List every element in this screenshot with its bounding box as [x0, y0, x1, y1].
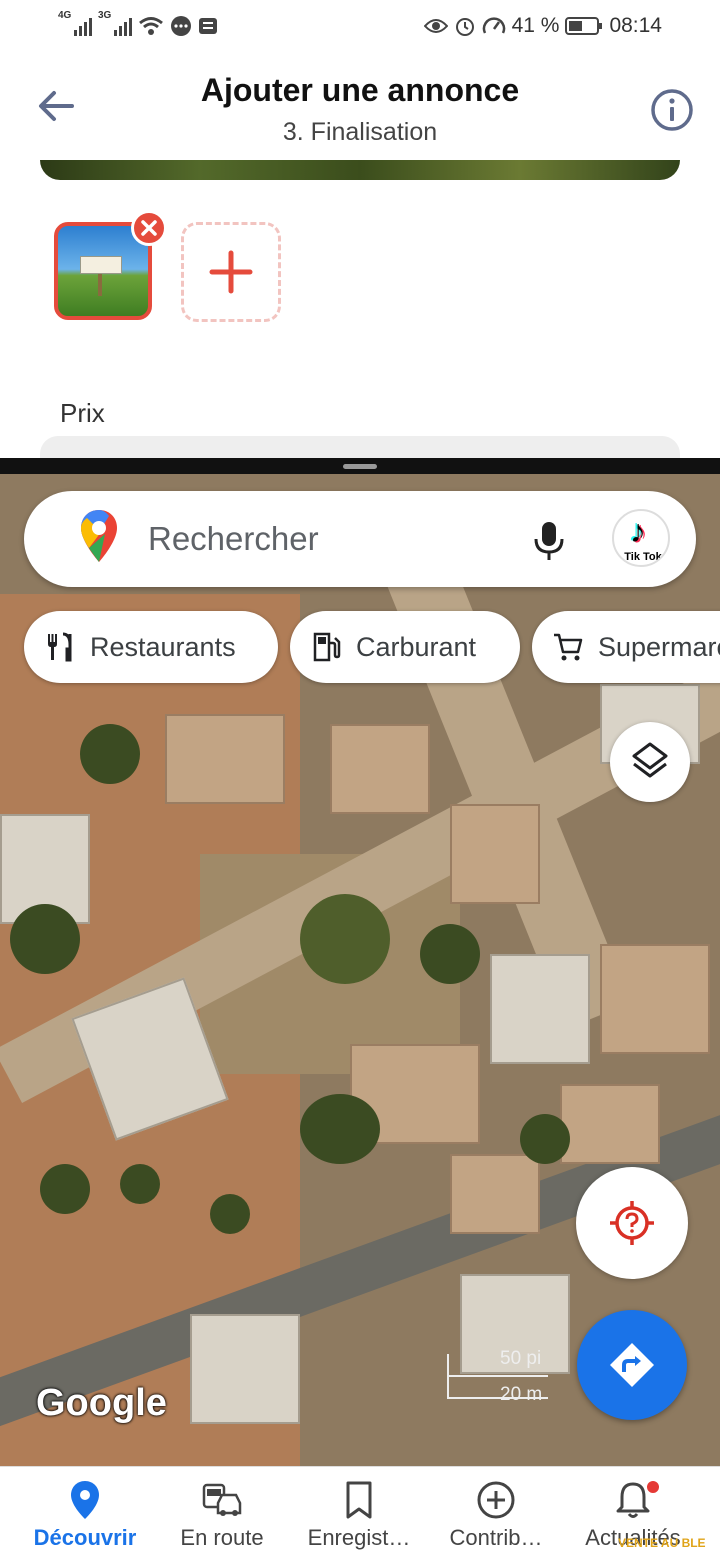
nav-contribuer[interactable]: Contrib…	[426, 1467, 566, 1560]
nav-label: En route	[180, 1525, 264, 1550]
map-tree	[80, 724, 140, 784]
page-title: Ajouter une annonce	[200, 72, 520, 108]
map-tree	[300, 1094, 380, 1164]
my-location-button[interactable]	[576, 1167, 688, 1279]
remove-photo-button[interactable]	[131, 210, 167, 246]
message-icon	[171, 16, 191, 36]
google-maps-pin-icon	[81, 510, 117, 562]
map-building	[560, 1084, 660, 1164]
signal-icon-2: 3G	[98, 10, 132, 38]
tiktok-logo-icon: ♪	[630, 513, 646, 549]
scale-imperial: 50 pi	[500, 1348, 542, 1369]
chip-label: Supermarchés	[598, 631, 720, 662]
status-bar: 4G 3G 41 % 08:14	[0, 0, 720, 56]
layers-icon	[632, 742, 668, 778]
map-building	[190, 1314, 300, 1424]
nav-enregistres[interactable]: Enregist…	[289, 1467, 429, 1560]
main-photo-preview	[40, 160, 680, 180]
map-building	[490, 954, 590, 1064]
battery-icon	[565, 17, 603, 35]
chip-label: Carburant	[356, 631, 477, 662]
map-tree	[300, 894, 390, 984]
screen: 4G 3G 41 % 08:14 Ajouter une annonce 3. …	[0, 0, 720, 1560]
add-photo-button[interactable]	[181, 222, 281, 322]
maps-search-bar[interactable]: ♪ Tik Tok	[24, 491, 696, 587]
nav-label: Contrib…	[449, 1525, 543, 1550]
location-unknown-icon	[610, 1201, 654, 1245]
eye-icon	[423, 19, 448, 33]
tiktok-avatar[interactable]: ♪ Tik Tok	[612, 509, 670, 567]
map-tree	[10, 904, 80, 974]
photo-sign-pole	[98, 274, 102, 296]
photo-sign	[80, 256, 122, 274]
plus-icon	[209, 250, 253, 294]
directions-icon	[610, 1343, 654, 1387]
chip-restaurants[interactable]: Restaurants	[24, 611, 278, 683]
location-pin-icon	[71, 1481, 99, 1519]
close-icon	[141, 220, 157, 236]
watermark: VENTE AU BLE	[618, 1536, 706, 1550]
data-saver-icon	[482, 17, 505, 34]
network-type-2: 3G	[98, 10, 112, 21]
alarm-icon	[455, 18, 474, 36]
map-tree	[210, 1194, 250, 1234]
map-tree	[420, 924, 480, 984]
signal-icon: 4G	[58, 10, 92, 38]
nav-decouvrir[interactable]: Découvrir	[15, 1467, 155, 1560]
cart-icon	[554, 633, 583, 661]
wifi-icon	[139, 17, 163, 35]
battery-percent: 41 %	[511, 14, 560, 37]
info-icon[interactable]	[650, 88, 694, 132]
search-input[interactable]	[148, 517, 508, 561]
add-circle-icon	[477, 1481, 515, 1519]
status-left: 4G 3G	[58, 10, 218, 38]
bookmark-icon	[346, 1481, 372, 1519]
map-scale: 50 pi 20 m	[420, 1346, 550, 1410]
map-building	[450, 1154, 540, 1234]
clock: 08:14	[609, 14, 662, 37]
nav-label: Découvrir	[33, 1525, 137, 1550]
chip-carburant[interactable]: Carburant	[290, 611, 520, 683]
price-label: Prix	[60, 398, 105, 428]
split-screen-handle[interactable]	[343, 464, 377, 469]
directions-button[interactable]	[577, 1310, 687, 1420]
notification-icon	[199, 18, 217, 34]
network-type: 4G	[58, 10, 72, 21]
map-building	[450, 804, 540, 904]
tiktok-label: Tik Tok	[624, 551, 662, 563]
map-tree	[40, 1164, 90, 1214]
app-header: Ajouter une annonce 3. Finalisation	[0, 56, 720, 160]
status-right: 41 % 08:14	[423, 14, 662, 38]
notification-dot	[645, 1479, 661, 1495]
layers-button[interactable]	[610, 722, 690, 802]
chip-supermarches[interactable]: Supermarchés	[532, 611, 720, 683]
nav-label: Enregist…	[307, 1525, 411, 1550]
google-logo: Google	[36, 1382, 167, 1424]
chip-label: Restaurants	[90, 631, 236, 662]
page-subtitle: 3. Finalisation	[282, 118, 438, 146]
map-tree	[120, 1164, 160, 1204]
map-building	[600, 944, 710, 1054]
fuel-icon	[313, 632, 341, 662]
bottom-navigation: Découvrir En route Enregist… Contrib… Ac…	[0, 1466, 720, 1560]
nav-en-route[interactable]: En route	[152, 1467, 292, 1560]
map-tree	[520, 1114, 570, 1164]
scale-metric: 20 m	[500, 1384, 543, 1405]
microphone-icon[interactable]	[529, 519, 569, 563]
commute-icon	[202, 1483, 242, 1516]
restaurant-icon	[48, 632, 72, 662]
map-building	[330, 724, 430, 814]
map-building	[165, 714, 285, 804]
